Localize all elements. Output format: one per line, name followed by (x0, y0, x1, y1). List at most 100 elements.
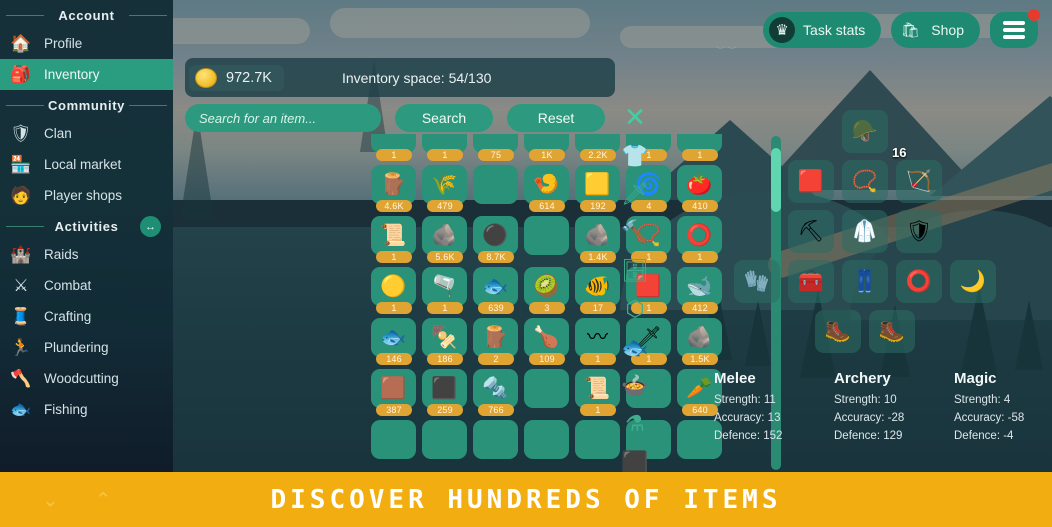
log-item[interactable]: 🪵 4.6K (369, 165, 420, 216)
expand-collapse-icon[interactable]: ↔ (140, 216, 161, 237)
equipment-icon: 📿 (851, 170, 879, 193)
sidebar-item-clan[interactable]: 🛡 Clan (0, 118, 173, 149)
equipment-row: ⛏ 🥼 🛡 (690, 210, 1040, 253)
item-slot[interactable]: 75 (471, 134, 522, 165)
chevron-up-icon[interactable]: ⌃ (95, 487, 112, 512)
secondary-boots-slot[interactable]: 🥾 (869, 310, 915, 353)
item-icon: ⬛ (422, 369, 467, 408)
stat-accuracy: Accuracy: 13 (714, 412, 781, 424)
item-icon (473, 420, 518, 459)
sidebar-item-inventory[interactable]: 🎒 Inventory (0, 59, 173, 90)
task-stats-button[interactable]: ♛ Task stats (763, 12, 882, 48)
search-button[interactable]: Search (395, 104, 493, 132)
cooked-meal-icon[interactable]: 🍲 (616, 369, 654, 403)
empty-slot[interactable] (522, 420, 573, 471)
scroll-item[interactable]: 📜 1 (369, 216, 420, 267)
iron-bar-item[interactable]: ⬛ 259 (420, 369, 471, 420)
empty-slot[interactable] (522, 369, 573, 420)
stat-column-magic: Magic Strength: 4 Accuracy: -58 Defence:… (954, 370, 1044, 448)
fish-item[interactable]: 🐟 639 (471, 267, 522, 318)
fish-item[interactable]: 🐟 146 (369, 318, 420, 369)
item-count-badge: 4.6K (376, 200, 412, 212)
empty-slot[interactable] (522, 216, 573, 267)
gold-amount: 972.7K (226, 69, 272, 86)
metal-item[interactable]: 🔩 766 (471, 369, 522, 420)
chest-icon[interactable]: 🗄 (616, 254, 654, 288)
bracelet-item[interactable]: 🟡 1 (369, 267, 420, 318)
shield-slot[interactable]: 🛡 (896, 210, 942, 253)
shop-label: Shop (931, 22, 964, 38)
item-icon: 🐟 (371, 318, 416, 357)
sidebar: Account 🏠 Profile 🎒 Inventory Community … (0, 0, 173, 479)
amulet-slot[interactable]: 📿 (842, 160, 888, 203)
gem-icon[interactable]: ⬡ (616, 292, 654, 326)
item-slot[interactable]: 1 (420, 134, 471, 165)
item-count-badge: 2 (478, 353, 514, 365)
cape-slot[interactable]: 🟥 (788, 160, 834, 203)
sidebar-item-combat[interactable]: ⚔ Combat (0, 270, 173, 301)
copper-ore-item[interactable]: 🪨 5.6K (420, 216, 471, 267)
weapon-slot[interactable]: ⛏ (788, 210, 834, 253)
sidebar-item-label: Clan (44, 126, 72, 141)
item-count-badge: 192 (580, 200, 616, 212)
potion-flask-icon[interactable]: ⚗ (616, 407, 654, 441)
equipment-icon: 🟥 (797, 170, 825, 193)
crown-icon: ♛ (769, 17, 796, 43)
item-icon: 🪵 (371, 165, 416, 204)
item-slot[interactable]: 1 (369, 134, 420, 165)
log-item[interactable]: 🪵 2 (471, 318, 522, 369)
sidebar-item-player-shops[interactable]: 🧑 Player shops (0, 180, 173, 211)
close-icon[interactable]: ✕ (616, 100, 654, 134)
cooked-item[interactable]: 🍗 109 (522, 318, 573, 369)
potion-item[interactable]: 🫗 1 (420, 267, 471, 318)
empty-slot[interactable] (369, 420, 420, 471)
thief-icon: 🏃 (10, 338, 32, 357)
hammer-icon[interactable]: 🔨 (616, 215, 654, 249)
boots-slot[interactable]: 🥾 (815, 310, 861, 353)
legs-slot[interactable]: 👖 (842, 260, 888, 303)
sidebar-item-crafting[interactable]: 🧵 Crafting (0, 301, 173, 332)
gold-display: 972.7K (189, 64, 284, 91)
game-screen: ︶ ︶ Account 🏠 Profile 🎒 Inventory Commun… (0, 0, 1052, 527)
empty-slot[interactable] (471, 420, 522, 471)
skewer-item[interactable]: 🍢 186 (420, 318, 471, 369)
empty-slot[interactable] (420, 420, 471, 471)
fish-icon[interactable]: 🐟 (616, 330, 654, 364)
item-icon (371, 420, 416, 459)
helmet-slot[interactable]: 🪖 (842, 110, 888, 153)
gloves-slot[interactable]: 🧤 (734, 260, 780, 303)
ammo-slot[interactable]: 🏹 16 (892, 146, 942, 203)
herb-item[interactable]: 🌾 479 (420, 165, 471, 216)
sidebar-item-raids[interactable]: 🏰 Raids (0, 239, 173, 270)
sidebar-item-profile[interactable]: 🏠 Profile (0, 28, 173, 59)
empty-slot[interactable] (471, 165, 522, 216)
ring-slot[interactable]: ⭕ (896, 260, 942, 303)
equipment-panel: 🪖 🟥 📿 🏹 16 ⛏ 🥼 🛡 🧤 🧰 👖 ⭕ 🌙 🥾 🥾 (690, 110, 1040, 353)
hamburger-menu-icon[interactable] (990, 9, 1040, 48)
body-slot[interactable]: 🥼 (842, 210, 888, 253)
sword-icon[interactable]: 🗡 (616, 177, 654, 211)
sidebar-item-local-market[interactable]: 🏪 Local market (0, 149, 173, 180)
chevron-down-icon[interactable]: ⌄ (42, 487, 59, 512)
item-slot[interactable]: 1K (522, 134, 573, 165)
stat-title: Melee (714, 370, 756, 387)
shirt-icon[interactable]: 👕 (616, 138, 654, 172)
sword-shield-icon: ⚔ (13, 276, 29, 295)
coal-item[interactable]: ⚫ 8.7K (471, 216, 522, 267)
reset-button[interactable]: Reset (507, 104, 605, 132)
bronze-bar-item[interactable]: 🟫 387 (369, 369, 420, 420)
bracelet-slot[interactable]: 🌙 (950, 260, 996, 303)
search-input[interactable] (185, 104, 381, 132)
header-actions: ♛ Task stats 🛍 Shop (763, 9, 1040, 48)
menu-line (1003, 21, 1025, 25)
stat-column-archery: Archery Strength: 10 Accuracy: -28 Defen… (834, 370, 924, 448)
shop-button[interactable]: 🛍 Shop (891, 12, 980, 48)
tool-belt-slot[interactable]: 🧰 (788, 260, 834, 303)
item-icon: 🟡 (371, 267, 416, 306)
ad-banner[interactable]: ⌄ ⌃ DISCOVER HUNDREDS OF ITEMS (0, 472, 1052, 527)
sidebar-item-woodcutting[interactable]: 🪓 Woodcutting (0, 363, 173, 394)
sidebar-item-plundering[interactable]: 🏃 Plundering (0, 332, 173, 363)
sidebar-item-fishing[interactable]: 🐟 Fishing (0, 394, 173, 425)
shrimp-item[interactable]: 🍤 614 (522, 165, 573, 216)
kiwi-item[interactable]: 🥝 3 (522, 267, 573, 318)
